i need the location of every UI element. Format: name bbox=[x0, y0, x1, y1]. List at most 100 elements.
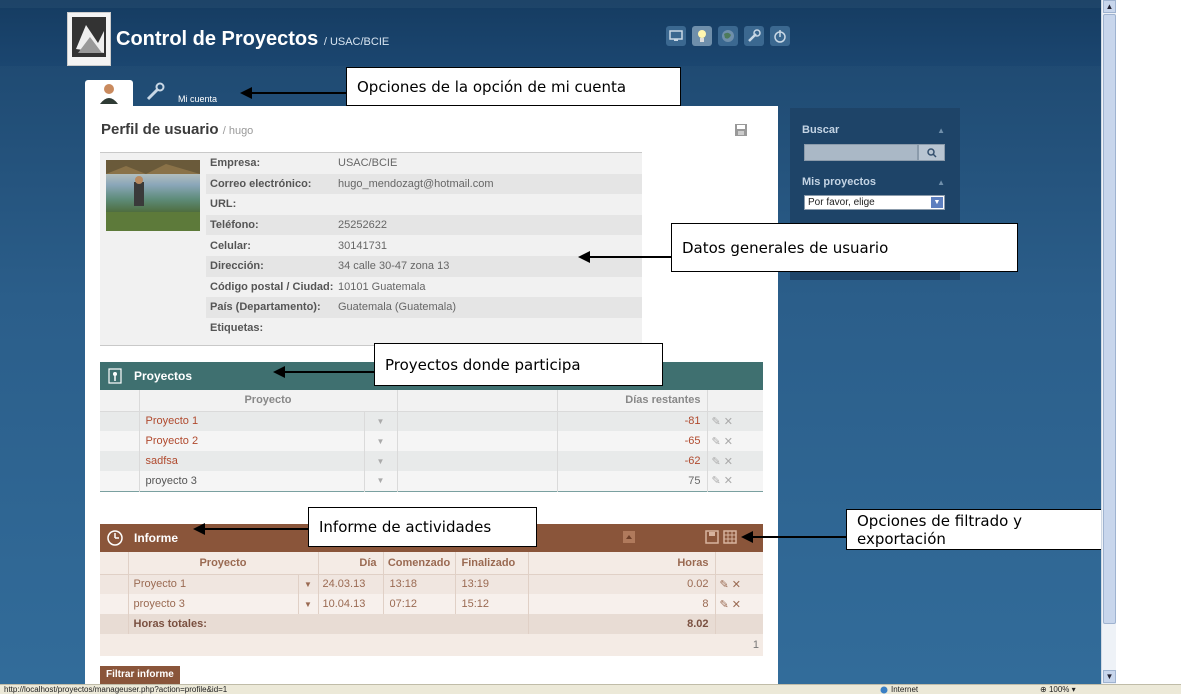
report-hours: 8 bbox=[528, 594, 716, 614]
report-table-body: Proyecto 1 ▼ 24.03.13 13:18 13:19 0.02 ✎ ✕ proy… bbox=[100, 574, 763, 614]
row-actions: ✎ ✕ bbox=[715, 594, 763, 614]
app-title[interactable]: Control de Proyectos / USAC/BCIE bbox=[116, 28, 389, 51]
info-label: Código postal / Ciudad: bbox=[210, 280, 334, 293]
collapse-icon[interactable] bbox=[623, 531, 635, 546]
edit-icon[interactable]: ✎ bbox=[712, 436, 721, 448]
days-remaining: -81 bbox=[557, 411, 708, 431]
info-row: País (Departamento): Guatemala (Guatemala… bbox=[206, 297, 642, 318]
row-expand-icon[interactable]: ▼ bbox=[298, 574, 319, 594]
row-actions: ✎ ✕ bbox=[707, 451, 763, 471]
report-project[interactable]: Proyecto 1 bbox=[128, 574, 299, 594]
monitor-icon[interactable] bbox=[666, 26, 686, 46]
row-expand-icon[interactable]: ▼ bbox=[298, 594, 319, 614]
vertical-scrollbar[interactable]: ▲ ▼ bbox=[1101, 0, 1116, 684]
info-value: USAC/BCIE bbox=[338, 157, 398, 170]
project-name-link[interactable]: sadfsa bbox=[139, 451, 365, 471]
my-projects-title: Mis proyectos bbox=[802, 176, 876, 188]
row-spacer bbox=[100, 411, 140, 431]
total-hours-label: Horas totales: bbox=[128, 614, 529, 634]
column-header-started[interactable]: Comenzado bbox=[383, 552, 456, 575]
user-info-list: Empresa: USAC/BCIE Correo electrónico: hugo… bbox=[206, 153, 642, 338]
edit-icon[interactable]: ✎ bbox=[720, 579, 729, 591]
delete-icon[interactable]: ✕ bbox=[724, 475, 733, 487]
info-value: 30141731 bbox=[338, 239, 387, 252]
clock-icon bbox=[106, 529, 124, 547]
search-section-title: Buscar bbox=[802, 124, 840, 136]
collapse-projects-icon[interactable]: ▲ bbox=[937, 178, 945, 187]
edit-icon[interactable]: ✎ bbox=[720, 599, 729, 611]
wrench-icon[interactable] bbox=[744, 26, 764, 46]
delete-icon[interactable]: ✕ bbox=[732, 579, 741, 591]
column-header-actions bbox=[707, 390, 763, 412]
delete-icon[interactable]: ✕ bbox=[724, 416, 733, 428]
delete-icon[interactable]: ✕ bbox=[724, 456, 733, 468]
tab-account-settings[interactable] bbox=[145, 82, 167, 102]
callout-filter-export: Opciones de filtrado y exportación bbox=[846, 509, 1101, 550]
zoom-level[interactable]: ⊕ 100% ▾ bbox=[1040, 685, 1076, 694]
info-value: 25252622 bbox=[338, 219, 387, 232]
table-row[interactable]: Proyecto 2 ▼ -65 ✎ ✕ bbox=[100, 431, 763, 451]
main-panel: Perfil de usuario / hugo Empresa: USAC/BC… bbox=[85, 106, 778, 684]
app-logo[interactable] bbox=[67, 12, 111, 66]
collapse-search-icon[interactable]: ▲ bbox=[937, 126, 945, 135]
project-name-link[interactable]: Proyecto 2 bbox=[139, 431, 365, 451]
globe-icon[interactable] bbox=[718, 26, 738, 46]
column-header-project[interactable]: Proyecto bbox=[128, 552, 319, 575]
table-row[interactable]: sadfsa ▼ -62 ✎ ✕ bbox=[100, 451, 763, 471]
total-spacer bbox=[100, 614, 129, 634]
info-value: 34 calle 30-47 zona 13 bbox=[338, 260, 450, 273]
power-icon[interactable] bbox=[770, 26, 790, 46]
table-row[interactable]: Proyecto 1 ▼ 24.03.13 13:18 13:19 0.02 ✎ ✕ bbox=[100, 574, 763, 594]
tab-my-account-label[interactable]: Mi cuenta bbox=[178, 94, 217, 104]
lightbulb-icon[interactable] bbox=[692, 26, 712, 46]
tab-user-profile[interactable] bbox=[85, 80, 133, 106]
callout-activity-report: Informe de actividades bbox=[308, 507, 537, 547]
report-day: 24.03.13 bbox=[318, 574, 384, 594]
column-header-days[interactable]: Días restantes bbox=[557, 390, 708, 412]
delete-icon[interactable]: ✕ bbox=[732, 599, 741, 611]
scroll-down-icon[interactable]: ▼ bbox=[1103, 670, 1116, 683]
info-row: Celular: 30141731 bbox=[206, 235, 642, 256]
project-name-link[interactable]: proyecto 3 bbox=[139, 471, 365, 491]
table-row[interactable]: proyecto 3 ▼ 75 ✎ ✕ bbox=[100, 471, 763, 491]
save-icon[interactable] bbox=[734, 123, 748, 140]
pagination[interactable]: 1 bbox=[100, 634, 763, 656]
filter-report-button[interactable]: Filtrar informe bbox=[100, 666, 180, 684]
delete-icon[interactable]: ✕ bbox=[724, 436, 733, 448]
scrollbar-thumb[interactable] bbox=[1103, 14, 1116, 624]
security-zone-label: Internet bbox=[891, 685, 919, 694]
browser-status-bar: http://localhost/proyectos/manageuser.ph… bbox=[0, 684, 1181, 694]
page-title: Perfil de usuario / hugo bbox=[101, 121, 253, 138]
search-input[interactable] bbox=[804, 144, 918, 161]
save-icon[interactable] bbox=[705, 530, 719, 547]
column-header-finished[interactable]: Finalizado bbox=[455, 552, 529, 575]
column-header-day[interactable]: Día bbox=[318, 552, 384, 575]
total-actions-spacer bbox=[715, 614, 763, 634]
row-spacer bbox=[100, 431, 140, 451]
info-label: País (Departamento): bbox=[210, 301, 321, 314]
report-project[interactable]: proyecto 3 bbox=[128, 594, 299, 614]
row-expand-icon[interactable]: ▼ bbox=[364, 471, 398, 491]
column-header-project[interactable]: Proyecto bbox=[139, 390, 398, 412]
edit-icon[interactable]: ✎ bbox=[712, 475, 721, 487]
table-row[interactable]: proyecto 3 ▼ 10.04.13 07:12 15:12 8 ✎ ✕ bbox=[100, 594, 763, 614]
globe-icon bbox=[880, 686, 888, 693]
report-started: 13:18 bbox=[383, 574, 456, 594]
row-expand-icon[interactable]: ▼ bbox=[364, 411, 398, 431]
scroll-up-icon[interactable]: ▲ bbox=[1103, 0, 1116, 13]
projects-section-title: Proyectos bbox=[134, 369, 193, 383]
row-empty-cell bbox=[397, 411, 558, 431]
search-button[interactable] bbox=[918, 144, 945, 161]
info-row: Etiquetas: bbox=[206, 318, 642, 339]
user-photo bbox=[106, 160, 200, 231]
table-row[interactable]: Proyecto 1 ▼ -81 ✎ ✕ bbox=[100, 411, 763, 431]
my-projects-select[interactable]: Por favor, elige ▼ bbox=[804, 195, 945, 210]
edit-icon[interactable]: ✎ bbox=[712, 456, 721, 468]
edit-icon[interactable]: ✎ bbox=[712, 416, 721, 428]
row-expand-icon[interactable]: ▼ bbox=[364, 451, 398, 471]
column-header-hours[interactable]: Horas bbox=[528, 552, 716, 575]
arrow-icon bbox=[273, 366, 374, 378]
row-expand-icon[interactable]: ▼ bbox=[364, 431, 398, 451]
table-export-icon[interactable] bbox=[723, 530, 737, 547]
project-name-link[interactable]: Proyecto 1 bbox=[139, 411, 365, 431]
